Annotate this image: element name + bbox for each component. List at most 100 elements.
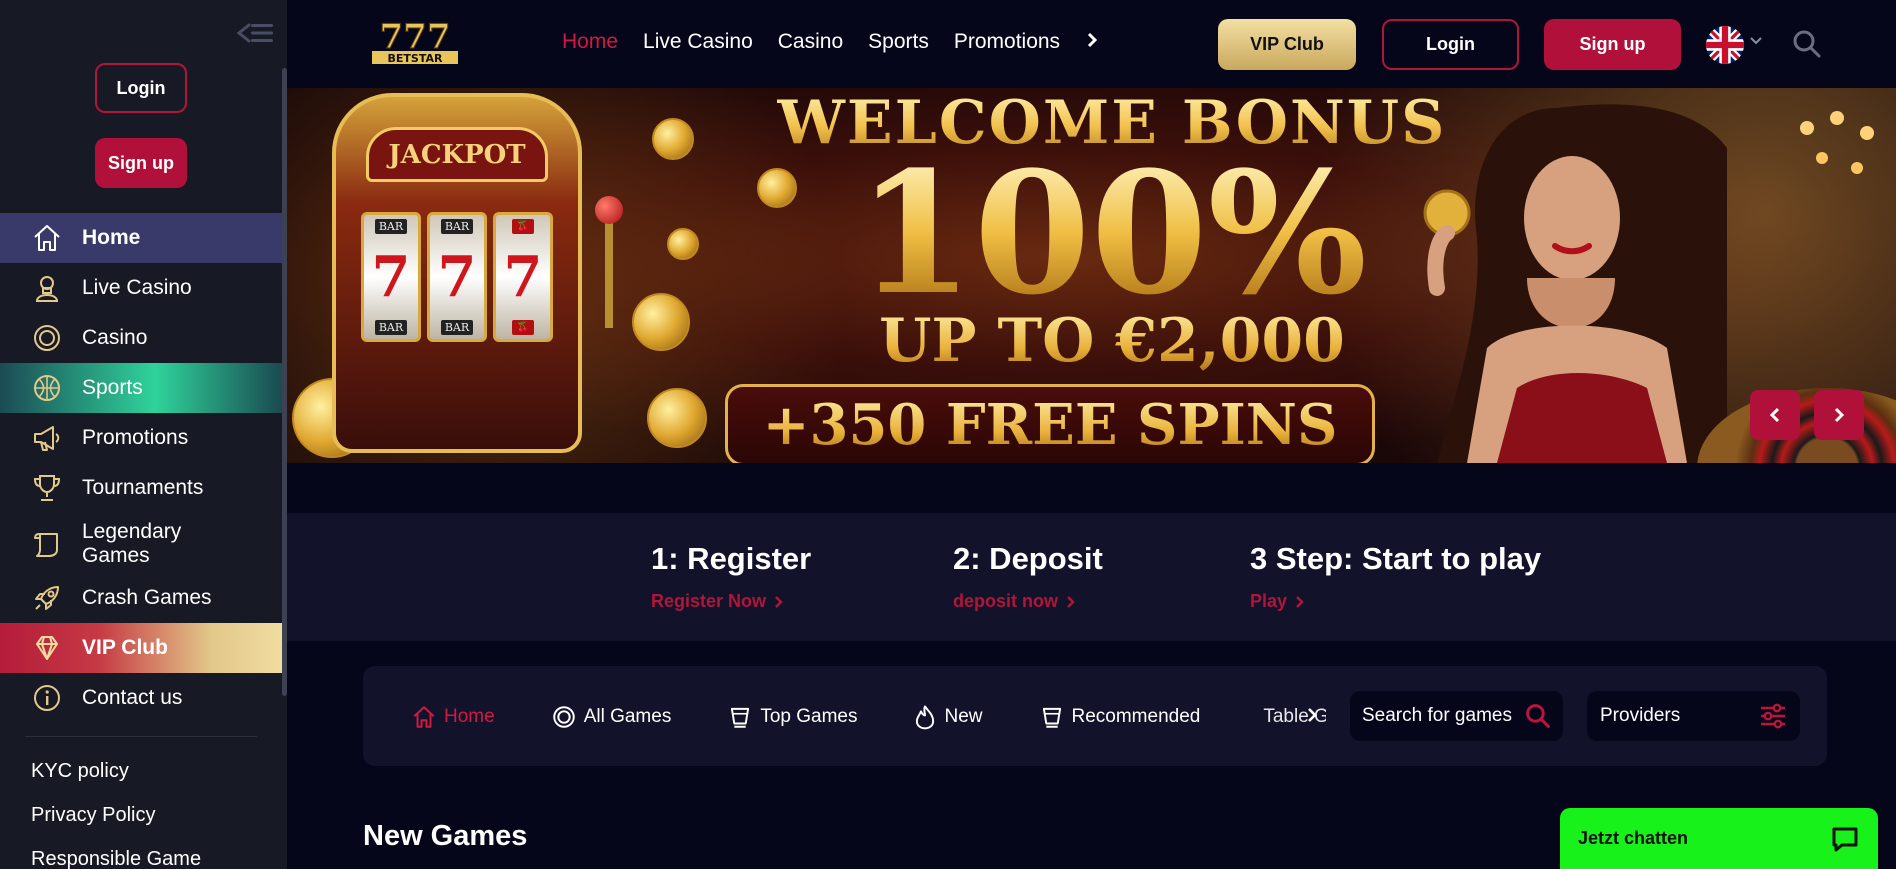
providers-filter[interactable]: Providers bbox=[1587, 691, 1800, 741]
trophy-icon bbox=[30, 471, 64, 505]
play-link[interactable]: Play bbox=[1250, 591, 1541, 612]
carousel-prev-button[interactable] bbox=[1750, 390, 1800, 440]
sidebar-item-label: Home bbox=[82, 226, 141, 249]
gold-coin-image bbox=[652, 118, 694, 160]
tab-home[interactable]: Home bbox=[411, 704, 495, 730]
top-header: 777 BETSTAR Home Live Casino Casino Spor… bbox=[287, 0, 1896, 88]
top-nav: Home Live Casino Casino Sports Promotion… bbox=[562, 30, 1124, 56]
step-play: 3 Step: Start to play Play bbox=[1250, 541, 1541, 612]
megaphone-icon bbox=[30, 421, 64, 455]
vip-club-button[interactable]: VIP Club bbox=[1218, 19, 1356, 70]
slot-reels: BAR 7 BAR BAR 7 BAR 🍒 7 🍒 bbox=[361, 212, 553, 342]
jackpot-slot-machine-image: JACKPOT BAR 7 BAR BAR 7 BAR 🍒 7 🍒 bbox=[332, 93, 582, 453]
login-button[interactable]: Login bbox=[1382, 19, 1519, 70]
chandelier-image bbox=[1800, 111, 1874, 174]
how-to-steps: 1: Register Register Now 2: Deposit depo… bbox=[287, 513, 1896, 641]
info-icon bbox=[30, 681, 64, 715]
sidebar-item-vip-club[interactable]: VIP Club bbox=[0, 623, 282, 673]
game-category-tabs: Home All Games Top Games New Recommended… bbox=[411, 704, 1326, 730]
diamond-icon bbox=[30, 631, 64, 665]
sidebar-item-live-casino[interactable]: Live Casino bbox=[0, 263, 282, 313]
top-nav-promotions[interactable]: Promotions bbox=[954, 30, 1060, 56]
sidebar-item-promotions[interactable]: Promotions bbox=[0, 413, 282, 463]
step-title: 2: Deposit bbox=[953, 541, 1103, 576]
slot-lever bbox=[605, 208, 613, 328]
search-games-input[interactable]: Search for games bbox=[1350, 691, 1563, 741]
chevron-right-icon bbox=[775, 595, 783, 608]
chevron-right-icon bbox=[1296, 595, 1304, 608]
top-nav-sports[interactable]: Sports bbox=[868, 30, 929, 56]
search-icon[interactable] bbox=[1525, 703, 1551, 729]
flame-icon bbox=[916, 705, 935, 730]
sidebar-divider bbox=[25, 736, 257, 737]
register-now-link[interactable]: Register Now bbox=[651, 591, 811, 612]
tab-new[interactable]: New bbox=[913, 704, 983, 730]
top-nav-live-casino[interactable]: Live Casino bbox=[643, 30, 753, 56]
uk-flag-icon[interactable] bbox=[1706, 26, 1744, 64]
slot-reel: 🍒 7 🍒 bbox=[493, 212, 553, 342]
free-spins-box: +350 FREE SPINS bbox=[725, 384, 1375, 463]
search-icon[interactable] bbox=[1792, 29, 1822, 64]
language-chevron-down-icon[interactable] bbox=[1748, 33, 1764, 54]
gold-coin-image bbox=[667, 228, 699, 260]
tab-recommended[interactable]: Recommended bbox=[1039, 704, 1200, 730]
sidebar-item-label: Crash Games bbox=[82, 586, 212, 609]
carousel-next-button[interactable] bbox=[1814, 390, 1864, 440]
new-games-heading: New Games bbox=[363, 820, 528, 852]
signup-button[interactable]: Sign up bbox=[1544, 19, 1681, 70]
sidebar-item-label: Tournaments bbox=[82, 476, 204, 499]
sidebar-item-tournaments[interactable]: Tournaments bbox=[0, 463, 282, 513]
tab-all-games[interactable]: All Games bbox=[551, 704, 671, 730]
home-icon bbox=[30, 221, 64, 255]
sidebar-item-home[interactable]: Home bbox=[0, 213, 282, 263]
filter-sliders-icon bbox=[1761, 703, 1785, 729]
chevron-right-icon bbox=[1067, 595, 1075, 608]
welcome-bonus-banner[interactable]: JACKPOT BAR 7 BAR BAR 7 BAR 🍒 7 🍒 WELCOME BONU… bbox=[287, 88, 1896, 463]
chevron-right-icon bbox=[1834, 407, 1845, 423]
collapse-icon bbox=[237, 23, 273, 43]
sidebar-item-label: Promotions bbox=[82, 426, 189, 449]
deposit-now-link[interactable]: deposit now bbox=[953, 591, 1103, 612]
sidebar-item-label: Sports bbox=[82, 376, 143, 399]
chip-icon bbox=[30, 321, 64, 355]
dealer-icon bbox=[30, 271, 64, 305]
sidebar-item-legendary-games[interactable]: Legendary Games bbox=[0, 516, 282, 572]
sidebar-signup-button[interactable]: Sign up bbox=[95, 138, 187, 188]
responsible-game-link[interactable]: Responsible Game bbox=[31, 848, 201, 869]
jackpot-label: JACKPOT bbox=[366, 127, 548, 182]
top-nav-casino[interactable]: Casino bbox=[778, 30, 843, 56]
sidebar-item-crash-games[interactable]: Crash Games bbox=[0, 573, 282, 623]
sidebar-item-label: Contact us bbox=[82, 686, 183, 709]
tabs-scroll-chevron-icon[interactable] bbox=[1305, 704, 1319, 731]
step-register: 1: Register Register Now bbox=[651, 541, 811, 612]
cup-icon bbox=[731, 707, 750, 728]
betstar-logo[interactable]: 777 BETSTAR bbox=[370, 17, 460, 66]
live-chat-button[interactable]: Jetzt chatten bbox=[1560, 808, 1878, 869]
tab-top-games[interactable]: Top Games bbox=[727, 704, 857, 730]
home-icon bbox=[413, 706, 435, 728]
gold-coin-image bbox=[647, 388, 707, 448]
kyc-policy-link[interactable]: KYC policy bbox=[31, 760, 129, 783]
sidebar-item-sports[interactable]: Sports bbox=[0, 363, 282, 413]
top-nav-home[interactable]: Home bbox=[562, 30, 618, 56]
chevron-left-icon bbox=[1769, 407, 1780, 423]
sidebar-item-label: Live Casino bbox=[82, 276, 192, 299]
sidebar-item-casino[interactable]: Casino bbox=[0, 313, 282, 363]
providers-label: Providers bbox=[1600, 705, 1681, 726]
woman-with-coin-image bbox=[1423, 104, 1727, 463]
sidebar-item-label: Casino bbox=[82, 326, 148, 349]
gold-coin-image bbox=[632, 293, 690, 351]
privacy-policy-link[interactable]: Privacy Policy bbox=[31, 804, 155, 827]
sidebar-item-label: VIP Club bbox=[82, 636, 168, 659]
collapse-sidebar-button[interactable] bbox=[236, 18, 276, 48]
step-title: 3 Step: Start to play bbox=[1250, 541, 1542, 576]
sidebar-login-button[interactable]: Login bbox=[95, 63, 187, 113]
slot-reel: BAR 7 BAR bbox=[427, 212, 487, 342]
top-nav-more-chevron-icon[interactable] bbox=[1085, 30, 1099, 56]
banner-free-spins: +350 FREE SPINS bbox=[762, 392, 1338, 458]
sidebar-item-contact-us[interactable]: Contact us bbox=[0, 673, 282, 723]
ball-icon bbox=[30, 371, 64, 405]
chip-icon bbox=[552, 706, 575, 728]
slot-reel: BAR 7 BAR bbox=[361, 212, 421, 342]
cup-icon bbox=[1042, 707, 1061, 728]
